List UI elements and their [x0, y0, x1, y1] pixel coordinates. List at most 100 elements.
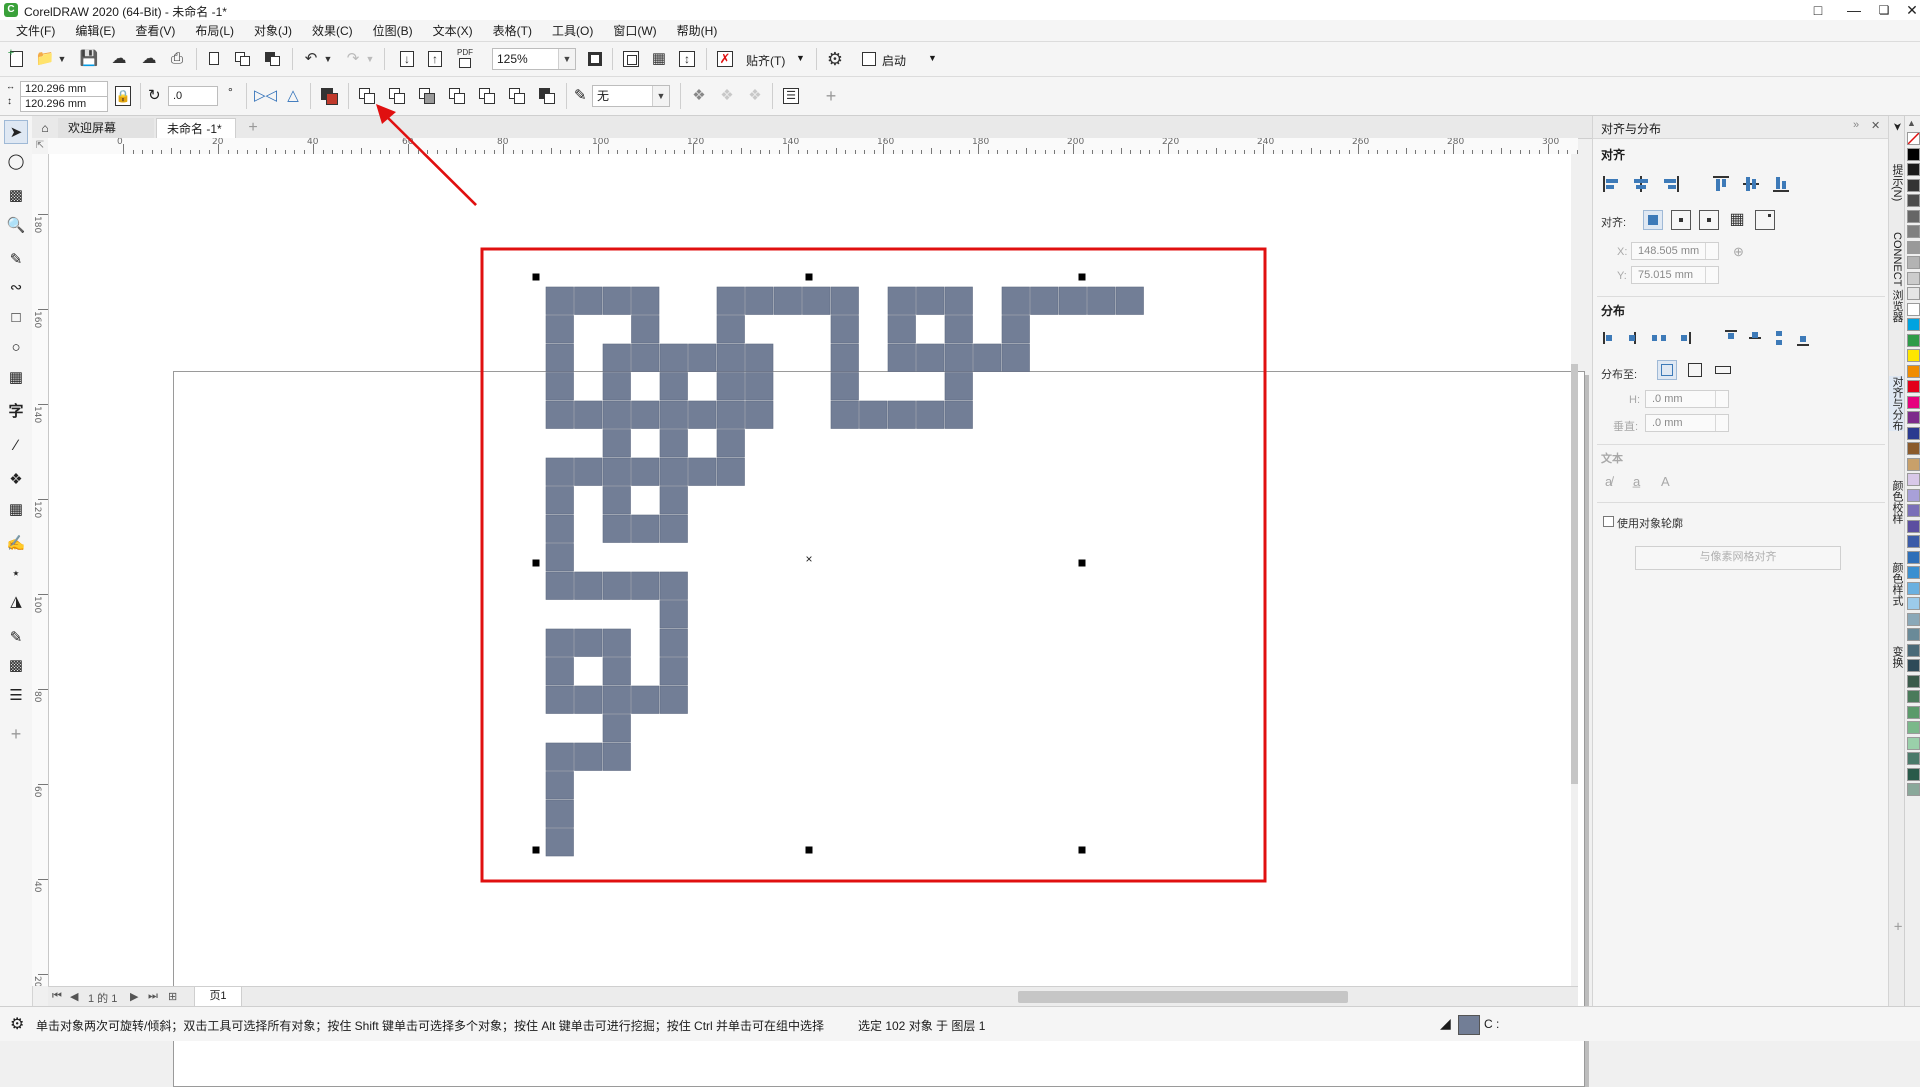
color-swatch[interactable] [1907, 380, 1920, 393]
pattern-block[interactable] [602, 657, 631, 686]
undo-icon[interactable]: ↶ [300, 48, 322, 70]
color-swatch[interactable] [1907, 163, 1920, 176]
eyedropper-tool-icon[interactable]: ✍ [4, 532, 28, 556]
home-icon[interactable]: ⌂ [32, 118, 58, 138]
align-bottom-icon[interactable] [1771, 174, 1791, 194]
outline-width-dropdown[interactable]: 无 ▼ [592, 85, 670, 107]
menu-help[interactable]: 帮助(H) [667, 20, 728, 42]
menu-view[interactable]: 查看(V) [125, 20, 185, 42]
distribute-spacing-icon[interactable] [1713, 360, 1733, 380]
mirror-vertical-icon[interactable]: △ [282, 85, 304, 107]
first-page-icon[interactable]: ⏮ [52, 990, 62, 1003]
pattern-block[interactable] [545, 657, 574, 686]
pattern-block[interactable] [659, 429, 688, 458]
pattern-block[interactable] [688, 400, 717, 429]
pattern-block[interactable] [545, 315, 574, 344]
create-boundary-icon[interactable] [536, 85, 558, 107]
color-swatch[interactable] [1907, 550, 1920, 564]
pick-tool-icon[interactable]: ➤ [4, 120, 28, 144]
color-swatch[interactable] [1907, 302, 1920, 316]
align-left-icon[interactable] [1601, 174, 1621, 194]
close-button[interactable]: ✕ [1894, 0, 1920, 20]
pattern-block[interactable] [1115, 286, 1144, 315]
align-center-horizontal-icon[interactable] [1631, 174, 1651, 194]
add-page-icon[interactable]: ⊞ [168, 990, 177, 1003]
pattern-block[interactable] [1001, 343, 1030, 372]
redo-dropdown-icon[interactable]: ▼ [364, 48, 376, 70]
settings-sliders-icon[interactable]: ☰ [4, 684, 28, 708]
color-swatch[interactable] [1907, 411, 1920, 424]
outline-pen-tool-icon[interactable]: ✎ [4, 626, 28, 650]
text-align-bbox-icon[interactable]: A [1661, 474, 1670, 489]
pattern-block[interactable] [887, 315, 916, 344]
ruler-origin-icon[interactable]: ⇱ [32, 138, 49, 155]
distribute-right-icon[interactable] [1673, 328, 1693, 348]
distribute-bottom-icon[interactable] [1793, 328, 1813, 348]
rotation-center-mark[interactable]: × [805, 552, 812, 566]
pattern-block[interactable] [545, 628, 574, 657]
selection-handle[interactable] [532, 846, 540, 854]
distribute-center-v-icon[interactable] [1745, 328, 1765, 348]
pattern-block[interactable] [659, 685, 688, 714]
help-window-icon[interactable]: □ [1800, 0, 1836, 20]
prev-page-icon[interactable]: ◀ [70, 990, 78, 1003]
pattern-block[interactable] [545, 343, 574, 372]
pattern-block[interactable] [659, 571, 688, 600]
menu-object[interactable]: 对象(J) [244, 20, 302, 42]
pattern-block[interactable] [545, 514, 574, 543]
pattern-block[interactable] [545, 543, 574, 572]
pattern-block[interactable] [973, 343, 1002, 372]
pattern-block[interactable] [574, 628, 603, 657]
pattern-block[interactable] [659, 372, 688, 401]
color-swatch[interactable] [1907, 287, 1920, 300]
pattern-block[interactable] [602, 571, 631, 600]
color-swatch[interactable] [1907, 690, 1920, 703]
pattern-block[interactable] [631, 457, 660, 486]
artistic-media-icon[interactable]: ∾ [4, 276, 28, 300]
distribute-center-h-icon[interactable] [1625, 328, 1645, 348]
pattern-block[interactable] [745, 343, 774, 372]
pattern-block[interactable] [545, 486, 574, 515]
tab-transform[interactable]: 变换 [1889, 646, 1905, 668]
pattern-block[interactable] [916, 286, 945, 315]
distribute-left-icon[interactable] [1601, 328, 1621, 348]
pattern-block[interactable] [716, 400, 745, 429]
vertical-scrollbar[interactable] [1571, 154, 1578, 986]
color-swatch[interactable] [1907, 442, 1920, 455]
color-swatch[interactable] [1907, 209, 1920, 223]
h-spinner[interactable] [1715, 391, 1728, 407]
menu-effects[interactable]: 效果(C) [302, 20, 363, 42]
tab-align-distribute[interactable]: 对齐与分布 [1889, 376, 1905, 431]
v-spacing-field[interactable]: .0 mm [1645, 414, 1729, 432]
ellipse-tool-icon[interactable]: ○ [4, 336, 28, 360]
selection-handle[interactable] [532, 273, 540, 281]
pattern-block[interactable] [887, 343, 916, 372]
pattern-block[interactable] [602, 286, 631, 315]
pattern-block[interactable] [545, 457, 574, 486]
color-swatch[interactable] [1907, 535, 1920, 548]
color-swatch[interactable] [1907, 225, 1920, 238]
color-swatch[interactable] [1907, 612, 1920, 626]
pattern-block[interactable] [716, 286, 745, 315]
options-gear-icon[interactable]: ⚙ [824, 48, 846, 70]
horizontal-scroll-thumb[interactable] [1018, 991, 1348, 1003]
pattern-block[interactable] [574, 685, 603, 714]
pattern-block[interactable] [745, 286, 774, 315]
color-swatch[interactable] [1907, 752, 1920, 765]
color-swatch[interactable] [1907, 628, 1920, 641]
pattern-block[interactable] [545, 286, 574, 315]
pattern-block[interactable] [1058, 286, 1087, 315]
back-minus-front-icon[interactable] [506, 85, 528, 107]
pattern-block[interactable] [745, 372, 774, 401]
pattern-block[interactable] [631, 343, 660, 372]
pattern-block[interactable] [716, 372, 745, 401]
expand-docker-icon[interactable]: » [1853, 119, 1859, 131]
color-swatch[interactable] [1907, 597, 1920, 610]
add-tab-icon[interactable]: + [242, 118, 264, 138]
selection-handle[interactable] [532, 559, 540, 567]
color-swatch[interactable] [1907, 659, 1920, 672]
pattern-block[interactable] [887, 286, 916, 315]
menu-table[interactable]: 表格(T) [483, 20, 542, 42]
pattern-block[interactable] [545, 372, 574, 401]
color-swatch[interactable] [1907, 488, 1920, 502]
